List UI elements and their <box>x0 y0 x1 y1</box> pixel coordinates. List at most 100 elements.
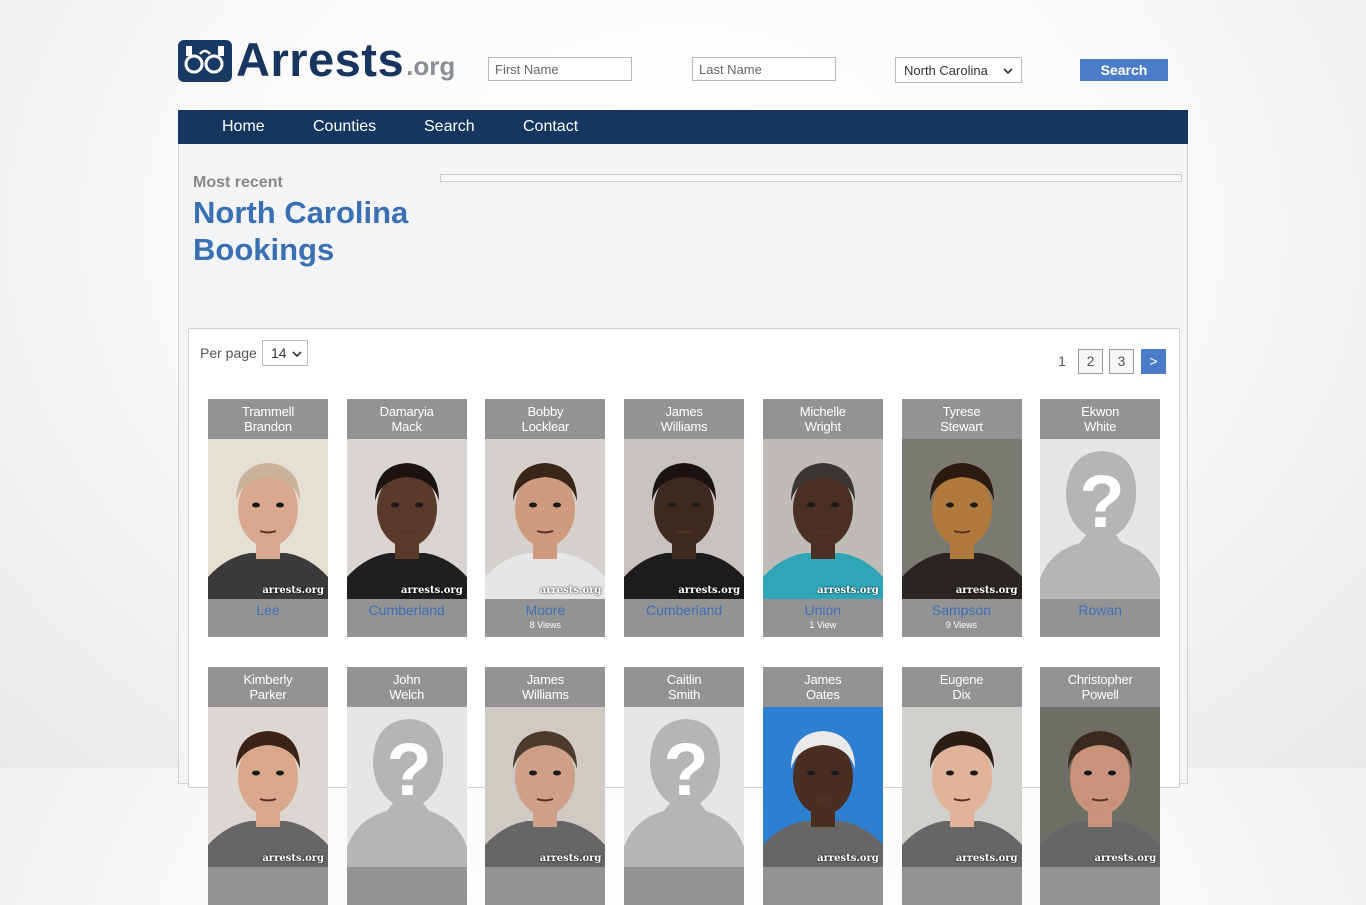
booking-photo[interactable]: arrests.org <box>624 439 745 599</box>
first-name-input[interactable] <box>488 57 632 81</box>
booking-card[interactable]: James Williams arrests.org <box>485 667 606 905</box>
booking-card[interactable]: Tyrese Stewart arrests.org Sampson 9 Views <box>901 399 1022 637</box>
booking-last-name: Locklear <box>521 419 570 434</box>
booking-card[interactable]: Kimberly Parker arrests.org <box>208 667 328 905</box>
booking-photo[interactable]: arrests.org <box>901 439 1022 599</box>
booking-county-link[interactable]: Union <box>763 599 883 619</box>
booking-photo[interactable]: arrests.org <box>901 707 1022 867</box>
booking-last-name: Oates <box>805 687 840 702</box>
booking-photo[interactable]: arrests.org <box>485 439 606 599</box>
page-next-button[interactable]: > <box>1141 349 1166 374</box>
last-name-input[interactable] <box>692 57 836 81</box>
booking-card[interactable]: James Oates arrests.org <box>762 667 883 905</box>
nav-contact[interactable]: Contact <box>523 110 578 144</box>
booking-county-link[interactable] <box>208 867 328 887</box>
booking-county-link[interactable]: Rowan <box>1040 599 1160 619</box>
photo-watermark: arrests.org <box>955 585 1018 596</box>
state-select[interactable]: North Carolina <box>895 57 1022 83</box>
photo-watermark: arrests.org <box>1094 853 1157 864</box>
booking-first-name: Tyrese <box>942 404 981 419</box>
chevron-down-icon <box>292 345 302 361</box>
booking-first-name: James <box>526 672 565 687</box>
booking-name[interactable]: Tyrese Stewart <box>902 399 1022 439</box>
nav-home[interactable]: Home <box>222 110 265 144</box>
booking-name[interactable]: Eugene Dix <box>902 667 1022 707</box>
page-link-3[interactable]: 3 <box>1109 349 1134 374</box>
booking-name[interactable]: Caitlin Smith <box>624 667 744 707</box>
site-logo[interactable]: Arrests .org <box>178 36 456 83</box>
page-current: 1 <box>1058 353 1066 369</box>
photo-watermark: arrests.org <box>817 585 879 596</box>
booking-card[interactable]: Christopher Powell arrests.org <box>1040 667 1161 905</box>
booking-name[interactable]: Damaryia Mack <box>347 399 467 439</box>
booking-card[interactable]: Michelle Wright arrests.org Union 1 View <box>762 399 883 637</box>
booking-county-link[interactable]: Cumberland <box>624 599 744 619</box>
booking-view-count: 9 Views <box>945 620 978 630</box>
search-button[interactable]: Search <box>1080 59 1168 81</box>
booking-last-name: Stewart <box>940 419 983 434</box>
booking-card[interactable]: James Williams arrests.org Cumberland <box>624 399 745 637</box>
unknown-person-icon[interactable]: ? <box>1040 439 1161 599</box>
booking-last-name: Powell <box>1081 687 1119 702</box>
booking-county-link[interactable] <box>1040 867 1160 887</box>
booking-first-name: John <box>392 672 421 687</box>
per-page-label: Per page <box>200 345 257 361</box>
booking-name[interactable]: James Williams <box>624 399 744 439</box>
booking-county-link[interactable] <box>485 867 605 887</box>
booking-name[interactable]: Bobby Locklear <box>485 399 605 439</box>
photo-watermark: arrests.org <box>817 853 879 864</box>
photo-watermark: arrests.org <box>678 585 741 596</box>
booking-county-link[interactable]: Cumberland <box>347 599 467 619</box>
booking-name[interactable]: Kimberly Parker <box>208 667 328 707</box>
nav-counties[interactable]: Counties <box>313 110 376 144</box>
unknown-person-icon[interactable]: ? <box>624 707 745 867</box>
booking-photo[interactable]: arrests.org <box>485 707 606 867</box>
booking-card[interactable]: Bobby Locklear arrests.org Moore 8 Views <box>485 399 606 637</box>
booking-county-link[interactable] <box>624 867 744 887</box>
booking-card[interactable]: Ekwon White? Rowan <box>1040 399 1161 637</box>
booking-photo[interactable]: arrests.org <box>762 707 883 867</box>
booking-card[interactable]: Eugene Dix arrests.org <box>901 667 1022 905</box>
booking-name[interactable]: Michelle Wright <box>763 399 883 439</box>
booking-name[interactable]: James Oates <box>763 667 883 707</box>
handcuffs-badge-icon <box>178 40 232 82</box>
booking-last-name: Mack <box>391 419 422 434</box>
chevron-down-icon <box>1003 63 1013 78</box>
booking-first-name: Kimberly <box>243 672 293 687</box>
booking-photo[interactable]: arrests.org <box>208 439 328 599</box>
booking-county-link[interactable] <box>902 867 1022 887</box>
booking-county-link[interactable]: Lee <box>208 599 328 619</box>
booking-card[interactable]: John Welch? <box>346 667 467 905</box>
booking-name[interactable]: Christopher Powell <box>1040 667 1160 707</box>
nav-search[interactable]: Search <box>424 110 475 144</box>
booking-name[interactable]: James Williams <box>485 667 605 707</box>
booking-view-count: 8 Views <box>529 620 562 630</box>
booking-photo[interactable]: arrests.org <box>208 707 328 867</box>
booking-first-name: Damaryia <box>379 404 434 419</box>
page-link-2[interactable]: 2 <box>1078 349 1103 374</box>
booking-card[interactable]: Trammell Brandon arrests.org Lee <box>208 399 328 637</box>
booking-first-name: James <box>665 404 703 419</box>
booking-card[interactable]: Caitlin Smith? <box>624 667 745 905</box>
booking-last-name: Wright <box>804 419 841 434</box>
booking-name[interactable]: Ekwon White <box>1040 399 1160 439</box>
booking-county-link[interactable] <box>347 867 467 887</box>
booking-county-link[interactable]: Sampson <box>902 599 1022 619</box>
booking-county-link[interactable] <box>763 867 883 887</box>
booking-photo[interactable]: arrests.org <box>762 439 883 599</box>
photo-watermark: arrests.org <box>262 585 324 596</box>
booking-photo[interactable]: arrests.org <box>1040 707 1161 867</box>
main-nav: Home Counties Search Contact <box>178 110 1188 144</box>
logo-tld: .org <box>406 51 456 81</box>
main-content: Most recent North Carolina Bookings Per … <box>178 144 1188 905</box>
per-page-select[interactable]: 14 <box>262 340 308 366</box>
booking-last-name: Welch <box>389 687 425 702</box>
booking-first-name: Bobby <box>527 404 564 419</box>
booking-photo[interactable]: arrests.org <box>346 439 467 599</box>
photo-watermark: arrests.org <box>262 853 324 864</box>
unknown-person-icon[interactable]: ? <box>346 707 467 867</box>
booking-county-link[interactable]: Moore <box>485 599 605 619</box>
booking-name[interactable]: John Welch <box>347 667 467 707</box>
booking-name[interactable]: Trammell Brandon <box>208 399 328 439</box>
booking-card[interactable]: Damaryia Mack arrests.org Cumberland <box>346 399 467 637</box>
